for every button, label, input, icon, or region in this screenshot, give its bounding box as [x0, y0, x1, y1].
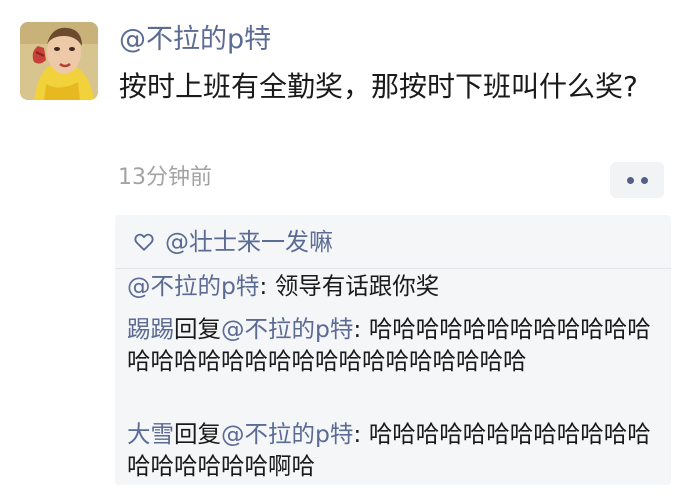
comment-text: 领导有话跟你奖: [274, 272, 440, 300]
comment-author[interactable]: @不拉的p特: [127, 272, 259, 300]
avatar[interactable]: [20, 22, 98, 100]
comment-separator: :: [353, 420, 369, 448]
comment-separator: :: [353, 315, 369, 343]
post-author[interactable]: @不拉的p特: [119, 22, 271, 58]
comment-item[interactable]: @不拉的p特: 领导有话跟你奖: [127, 270, 662, 302]
comment-item[interactable]: 踢踢回复@不拉的p特: 哈哈哈哈哈哈哈哈哈哈哈哈哈哈哈哈哈哈哈哈哈哈哈哈哈哈哈哈…: [127, 313, 662, 377]
likes-row: @壮士来一发嘛: [133, 223, 333, 261]
reply-word: 回复: [174, 315, 221, 343]
reply-word: 回复: [174, 420, 221, 448]
post-timestamp: 13分钟前: [118, 165, 212, 190]
avatar-image: [20, 22, 98, 100]
divider: [115, 268, 671, 269]
more-dots-icon: [626, 176, 634, 184]
post-content: 按时上班有全勤奖，那按时下班叫什么奖?: [119, 70, 638, 103]
comment-item[interactable]: 大雪回复@不拉的p特: 哈哈哈哈哈哈哈哈哈哈哈哈哈哈哈哈哈哈啊哈: [127, 418, 662, 482]
more-dots-icon: [640, 176, 648, 184]
comment-separator: :: [259, 272, 275, 300]
comments-panel: @壮士来一发嘛 @不拉的p特: 领导有话跟你奖 踢踢回复@不拉的p特: 哈哈哈哈…: [115, 215, 671, 485]
reply-to-user[interactable]: @不拉的p特: [221, 420, 353, 448]
like-user-link[interactable]: @壮士来一发嘛: [165, 223, 333, 261]
more-button[interactable]: [610, 162, 664, 198]
heart-icon: [134, 233, 154, 251]
moments-post: @不拉的p特 按时上班有全勤奖，那按时下班叫什么奖? 13分钟前 @壮士来一发嘛…: [0, 0, 690, 503]
comment-author[interactable]: 大雪: [127, 420, 174, 448]
comment-author[interactable]: 踢踢: [127, 315, 174, 343]
reply-to-user[interactable]: @不拉的p特: [221, 315, 353, 343]
